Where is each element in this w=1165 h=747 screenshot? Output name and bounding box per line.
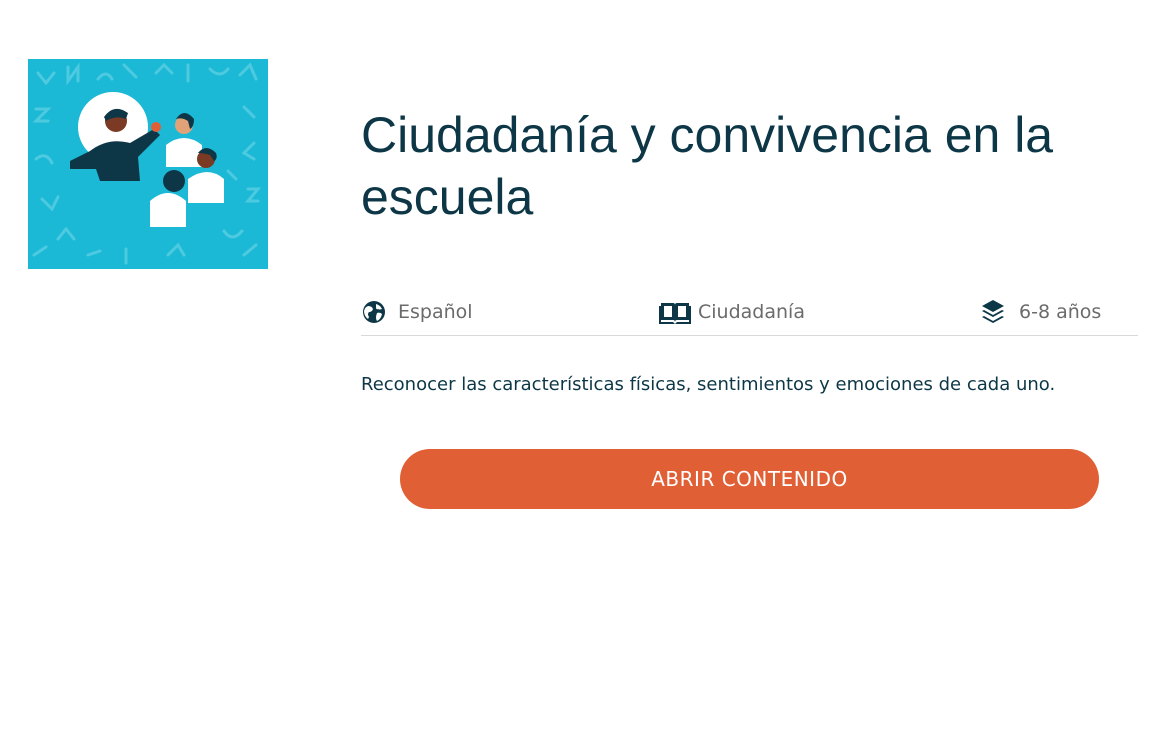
open-book-icon bbox=[659, 299, 691, 325]
course-description: Reconocer las características físicas, s… bbox=[361, 374, 1056, 395]
page-title: Ciudadanía y convivencia en la escuela bbox=[361, 107, 1054, 225]
meta-age: 6-8 años bbox=[980, 296, 1101, 328]
course-thumbnail bbox=[28, 59, 268, 269]
layers-icon bbox=[980, 299, 1006, 325]
course-meta-bar: Español Ciudadanía 6-8 años bbox=[361, 296, 1138, 336]
meta-subject: Ciudadanía bbox=[659, 296, 805, 328]
meta-subject-label: Ciudadanía bbox=[698, 301, 805, 323]
course-card: Ciudadanía y convivencia en la escuela E… bbox=[0, 0, 1165, 747]
globe-icon bbox=[361, 299, 387, 325]
open-content-button[interactable]: ABRIR CONTENIDO bbox=[400, 449, 1099, 509]
illustration-teacher-students-icon bbox=[28, 59, 268, 269]
meta-age-label: 6-8 años bbox=[1019, 301, 1102, 323]
meta-language-label: Español bbox=[398, 301, 473, 323]
meta-language: Español bbox=[361, 296, 473, 328]
